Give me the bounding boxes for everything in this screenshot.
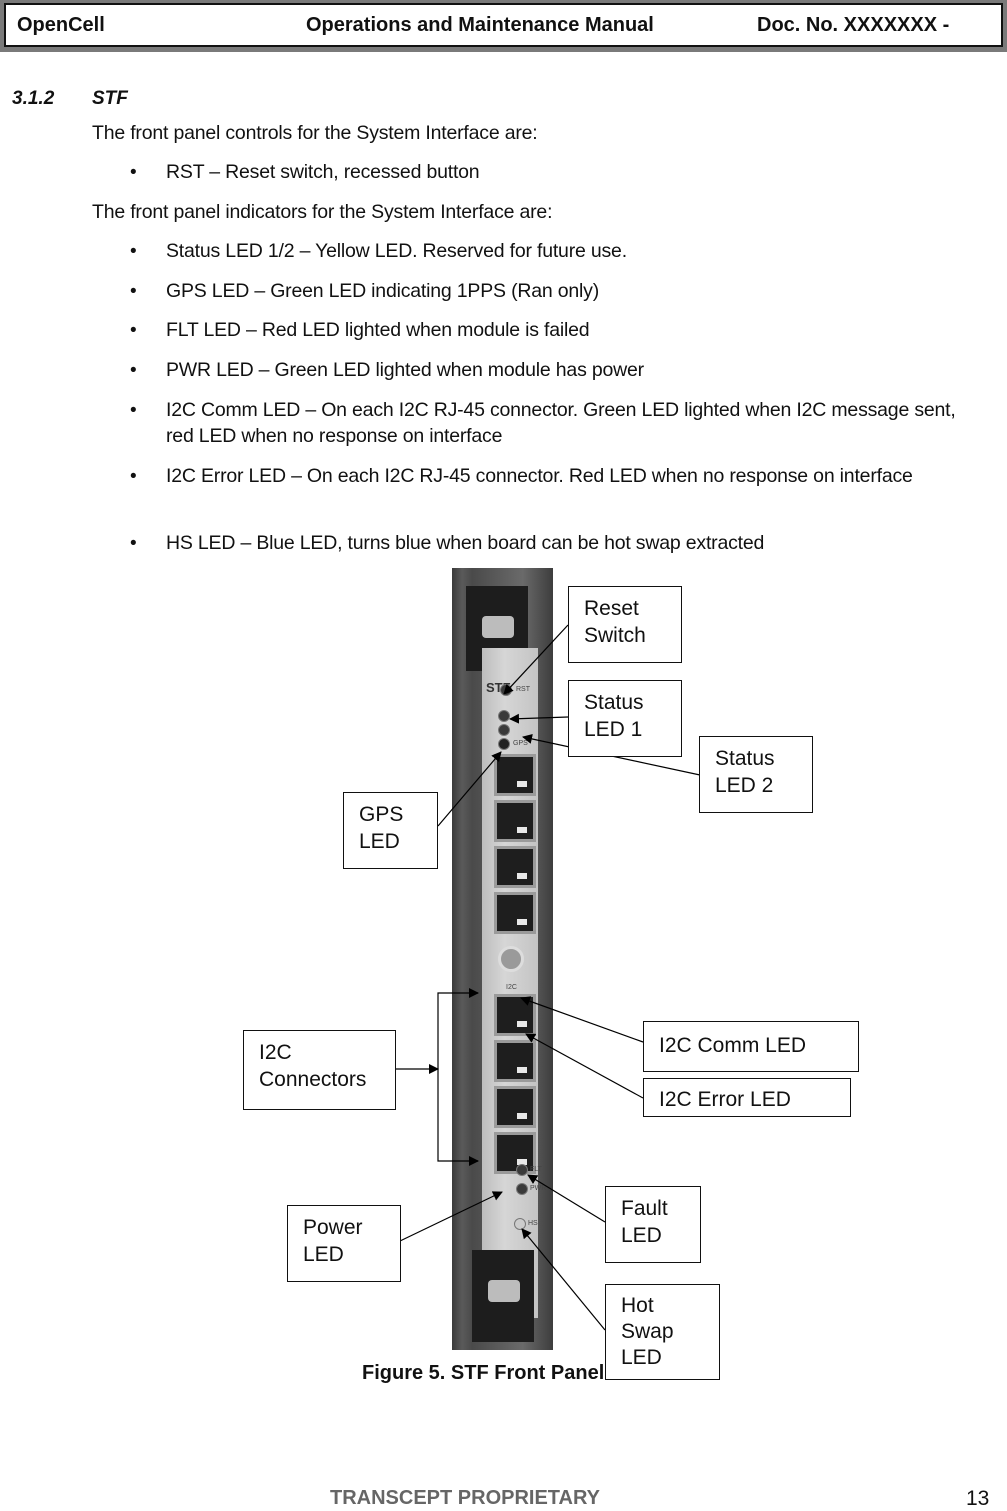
panel-label-pwr: PWR bbox=[530, 1185, 547, 1192]
indicator-item-pwr: PWR LED – Green LED lighted when module … bbox=[166, 359, 644, 381]
bullet-icon: • bbox=[130, 466, 137, 487]
callout-power-led: Power LED bbox=[287, 1205, 401, 1282]
bullet-icon: • bbox=[130, 281, 137, 302]
panel-label-gps: GPS bbox=[513, 740, 528, 747]
handle-latch bbox=[482, 616, 514, 638]
bullet-icon: • bbox=[130, 400, 137, 421]
rj45-port bbox=[494, 892, 536, 934]
controls-intro: The front panel controls for the System … bbox=[92, 122, 538, 144]
panel-label-rst: RST bbox=[516, 686, 530, 693]
callout-fault-led: Fault LED bbox=[605, 1186, 701, 1263]
power-led bbox=[516, 1183, 528, 1195]
callout-status-led-1: Status LED 1 bbox=[568, 680, 682, 757]
bullet-icon: • bbox=[130, 320, 137, 341]
panel-label-i2c: I2C bbox=[506, 984, 517, 991]
indicator-item-hs: HS LED – Blue LED, turns blue when board… bbox=[166, 532, 765, 554]
bullet-icon: • bbox=[130, 360, 137, 381]
callout-i2c-comm-led: I2C Comm LED bbox=[643, 1021, 859, 1072]
page-header-box: OpenCell Operations and Maintenance Manu… bbox=[4, 3, 1003, 47]
status-led-2 bbox=[498, 724, 510, 736]
stf-front-panel-photo: STF RST GPS I2C FLT PWR HS bbox=[452, 568, 553, 1350]
reset-switch bbox=[500, 684, 512, 696]
indicator-item-status: Status LED 1/2 – Yellow LED. Reserved fo… bbox=[166, 240, 627, 262]
coax-connector bbox=[498, 946, 524, 972]
panel-label-hs: HS bbox=[528, 1220, 538, 1227]
figure-caption: Figure 5. STF Front Panel bbox=[362, 1362, 605, 1384]
fault-led bbox=[516, 1164, 528, 1176]
bottom-ejector-handle bbox=[472, 1250, 534, 1342]
gps-led bbox=[498, 738, 510, 750]
i2c-rj45-port bbox=[494, 1040, 536, 1082]
status-led-1 bbox=[498, 710, 510, 722]
callout-i2c-error-led: I2C Error LED bbox=[643, 1078, 851, 1117]
bullet-icon: • bbox=[130, 162, 137, 183]
callout-i2c-connectors: I2C Connectors bbox=[243, 1030, 396, 1110]
i2c-rj45-port bbox=[494, 1086, 536, 1128]
panel-label-flt: FLT bbox=[530, 1166, 542, 1173]
callout-hot-swap-led: Hot Swap LED bbox=[605, 1284, 720, 1380]
control-item-rst: RST – Reset switch, recessed button bbox=[166, 161, 480, 183]
header-doc-number: Doc. No. XXXXXXX - bbox=[757, 14, 950, 36]
footer-proprietary: TRANSCEPT PROPRIETARY bbox=[330, 1487, 601, 1509]
header-product: OpenCell bbox=[17, 14, 105, 36]
page-header: OpenCell Operations and Maintenance Manu… bbox=[0, 0, 1007, 52]
page-number: 13 bbox=[966, 1487, 990, 1510]
section-title: STF bbox=[92, 88, 128, 109]
indicator-item-gps: GPS LED – Green LED indicating 1PPS (Ran… bbox=[166, 280, 600, 302]
handle-latch bbox=[488, 1280, 520, 1302]
callout-status-led-2: Status LED 2 bbox=[699, 736, 813, 813]
header-manual-title: Operations and Maintenance Manual bbox=[306, 14, 654, 36]
callout-reset-switch: Reset Switch bbox=[568, 586, 682, 663]
faceplate bbox=[482, 648, 538, 1318]
rj45-port bbox=[494, 800, 536, 842]
indicators-intro: The front panel indicators for the Syste… bbox=[92, 201, 553, 223]
indicator-item-i2c-error: I2C Error LED – On each I2C RJ-45 connec… bbox=[166, 465, 913, 487]
indicator-item-flt: FLT LED – Red LED lighted when module is… bbox=[166, 319, 590, 341]
bullet-icon: • bbox=[130, 241, 137, 262]
hot-swap-led bbox=[514, 1218, 526, 1230]
bullet-icon: • bbox=[130, 533, 137, 554]
indicator-item-i2c-comm: I2C Comm LED – On each I2C RJ-45 connect… bbox=[166, 399, 956, 447]
callout-gps-led: GPS LED bbox=[343, 792, 438, 869]
rj45-port bbox=[494, 846, 536, 888]
i2c-rj45-port bbox=[494, 994, 536, 1036]
section-number: 3.1.2 bbox=[12, 88, 55, 109]
rj45-port bbox=[494, 754, 536, 796]
